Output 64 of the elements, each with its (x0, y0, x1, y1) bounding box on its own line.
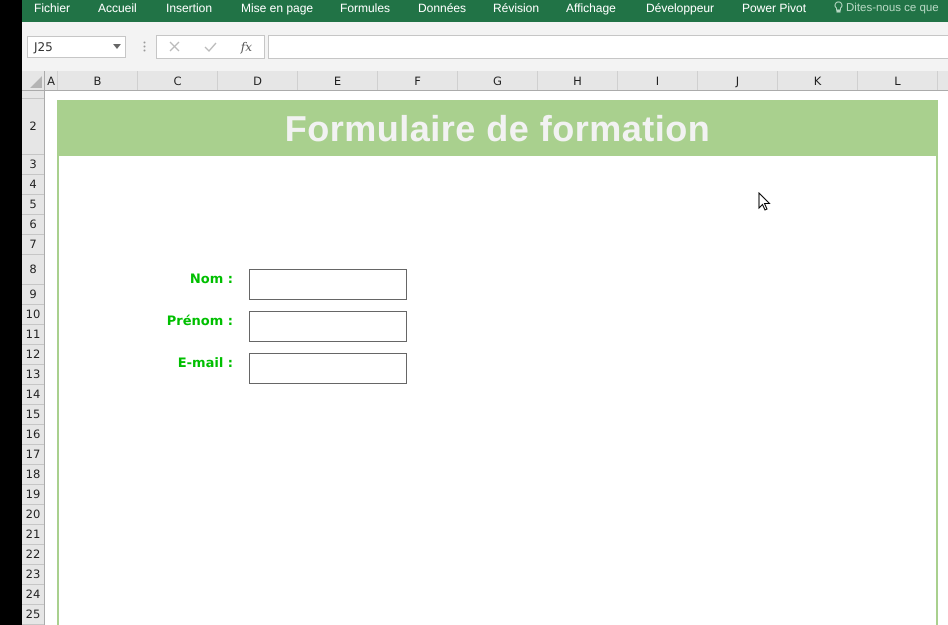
column-header[interactable]: E (298, 71, 378, 90)
row-header[interactable]: 10 (22, 305, 44, 325)
input-field[interactable] (249, 269, 407, 300)
input-field[interactable] (249, 311, 407, 342)
row-header[interactable]: 7 (22, 235, 44, 255)
column-header[interactable]: F (378, 71, 458, 90)
column-header[interactable]: H (538, 71, 618, 90)
cancel-icon[interactable] (168, 41, 180, 52)
dropdown-caret-icon[interactable] (113, 44, 121, 49)
ribbon-tab[interactable]: Données (418, 1, 466, 15)
row-header[interactable]: 11 (22, 325, 44, 345)
ribbon-tab[interactable]: Insertion (166, 1, 212, 15)
row-header[interactable]: 5 (22, 195, 44, 215)
row-header[interactable]: 24 (22, 585, 44, 605)
row-header[interactable]: 8 (22, 255, 44, 285)
row-header[interactable]: 19 (22, 485, 44, 505)
tell-me-search[interactable]: Dites-nous ce que (834, 1, 939, 15)
ribbon-tab[interactable]: Affichage (566, 1, 616, 15)
column-header[interactable]: K (778, 71, 858, 90)
field-label: Prénom : (166, 313, 233, 331)
row-header[interactable]: 21 (22, 525, 44, 545)
row-header[interactable]: 14 (22, 385, 44, 405)
form-title: Formulaire de formation (284, 108, 710, 150)
input-field[interactable] (249, 353, 407, 384)
row-header[interactable]: 25 (22, 605, 44, 625)
column-header[interactable]: C (138, 71, 218, 90)
column-header[interactable]: D (218, 71, 298, 90)
row-header[interactable]: 9 (22, 285, 44, 305)
ribbon-tab[interactable]: Fichier (34, 1, 70, 15)
field-label: E-mail : (176, 355, 233, 373)
column-header[interactable]: I (618, 71, 698, 90)
checkmark-icon[interactable] (204, 42, 217, 52)
column-header[interactable]: A (45, 71, 58, 90)
ribbon-tab[interactable]: Power Pivot (742, 1, 806, 15)
row-header[interactable]: 2 (22, 99, 44, 155)
row-header[interactable]: 15 (22, 405, 44, 425)
field-label: Nom : (188, 271, 233, 289)
row-header[interactable]: 22 (22, 545, 44, 565)
lightbulb-icon (834, 1, 843, 13)
column-header[interactable]: B (58, 71, 138, 90)
formula-input[interactable] (268, 34, 948, 58)
name-box[interactable]: J25 (27, 36, 126, 58)
row-header[interactable]: 17 (22, 445, 44, 465)
ribbon-tab[interactable]: Formules (340, 1, 390, 15)
row-header[interactable]: 12 (22, 345, 44, 365)
insert-function-button[interactable]: fx (240, 40, 252, 54)
row-header[interactable]: 18 (22, 465, 44, 485)
column-header[interactable]: J (698, 71, 778, 90)
row-header[interactable]: 20 (22, 505, 44, 525)
column-header[interactable]: G (458, 71, 538, 90)
drag-handle-icon[interactable] (143, 41, 146, 52)
row-header[interactable]: 23 (22, 565, 44, 585)
row-header[interactable]: 6 (22, 215, 44, 235)
column-header[interactable]: L (858, 71, 938, 90)
ribbon-tab[interactable]: Révision (493, 1, 540, 15)
row-header[interactable]: 4 (22, 175, 44, 195)
ribbon-tab[interactable]: Développeur (646, 1, 714, 15)
mouse-pointer-icon (758, 192, 771, 211)
row-header[interactable]: 13 (22, 365, 44, 385)
ribbon-tab[interactable]: Mise en page (241, 1, 314, 15)
row-header[interactable]: 3 (22, 155, 44, 175)
row-header[interactable]: 16 (22, 425, 44, 445)
ribbon-tab[interactable]: Accueil (98, 1, 137, 15)
select-all-icon[interactable] (30, 76, 42, 88)
